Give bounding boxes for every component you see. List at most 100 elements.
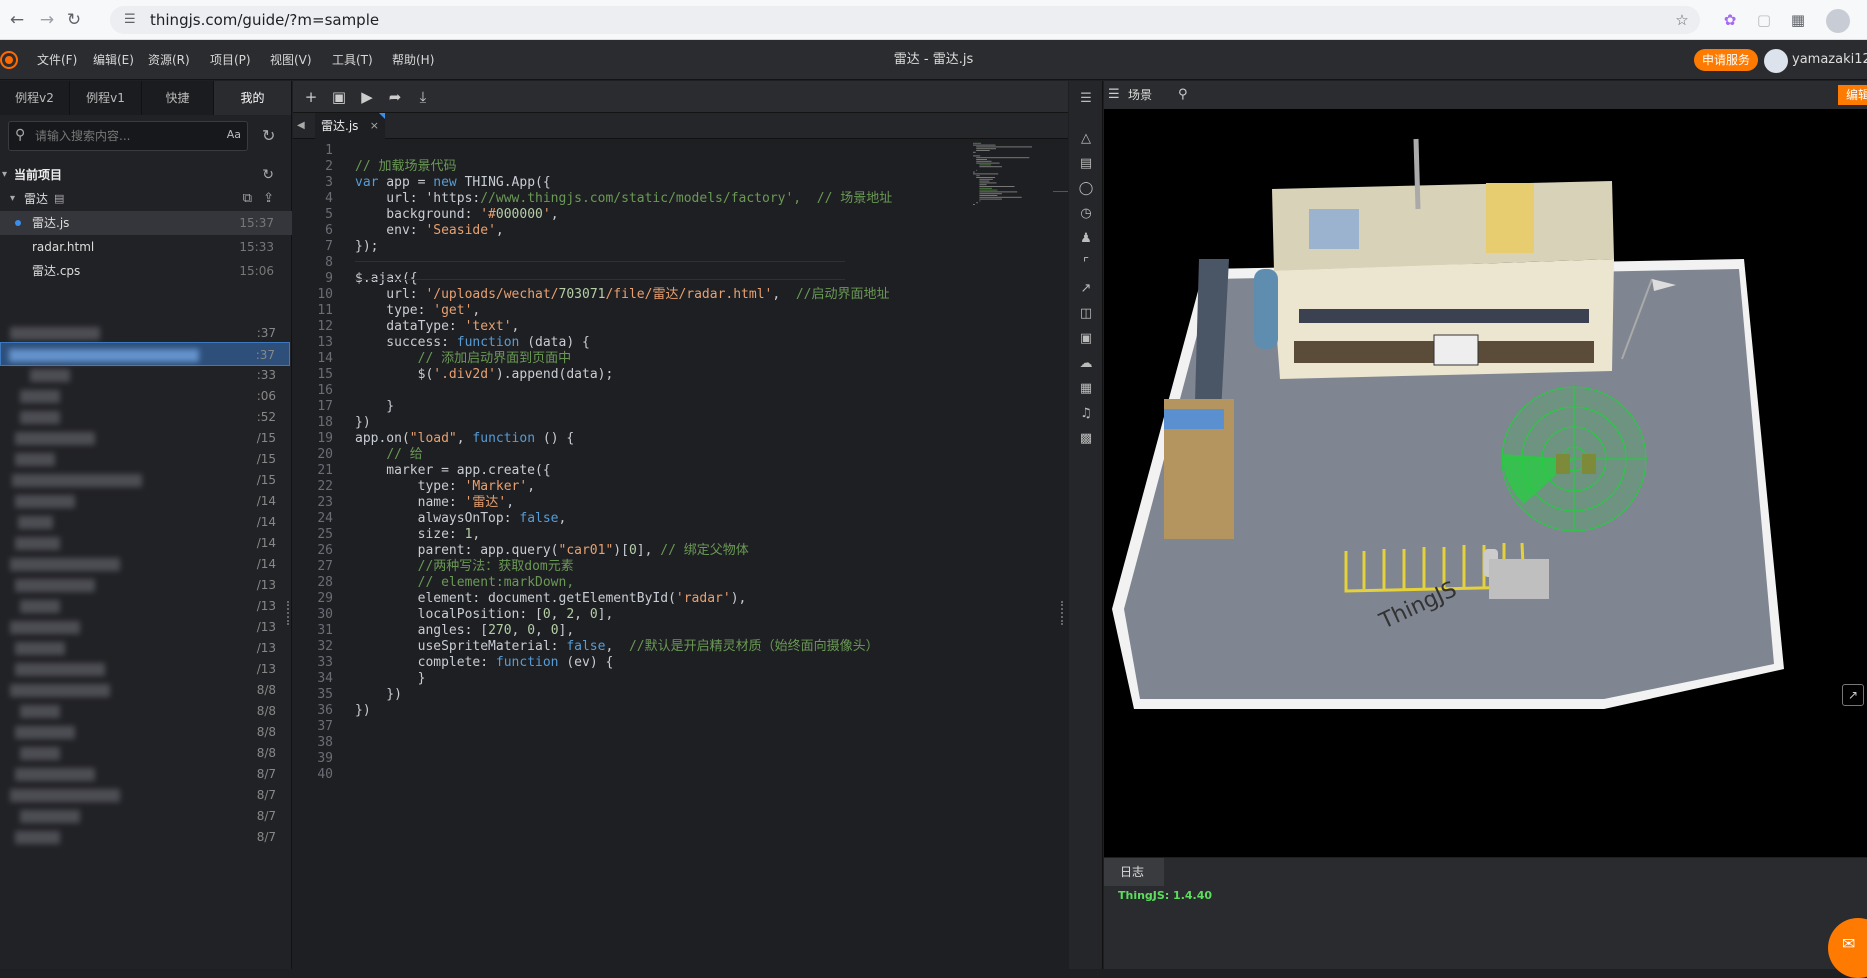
extension-icon[interactable]: ✿ bbox=[1719, 9, 1741, 31]
reload-icon[interactable]: ↻ bbox=[63, 9, 85, 31]
blurred-name bbox=[18, 516, 53, 529]
search-box: ⚲ Aa bbox=[8, 121, 248, 151]
tab-mine[interactable]: 我的 bbox=[214, 81, 292, 115]
edit-button[interactable]: 编辑 bbox=[1838, 85, 1867, 105]
file-time: 15:06 bbox=[239, 264, 274, 278]
blurred-name bbox=[20, 600, 60, 613]
extensions-puzzle-icon[interactable]: ▦ bbox=[1787, 9, 1809, 31]
unsaved-marker bbox=[379, 113, 385, 119]
roof-tank bbox=[1486, 183, 1534, 253]
menu-help[interactable]: 帮助(H) bbox=[392, 40, 434, 80]
image-icon[interactable]: ▣ bbox=[1074, 327, 1098, 351]
blurred-name bbox=[20, 705, 60, 718]
save-icon[interactable]: ▣ bbox=[327, 81, 351, 113]
tab-examples-v1[interactable]: 例程v1 bbox=[70, 81, 142, 115]
scene-header: ☰ 场景 ⚲ 编辑 bbox=[1104, 81, 1867, 109]
tab-scroll-left-icon[interactable]: ◀ bbox=[297, 113, 305, 139]
log-tab[interactable]: 日志 bbox=[1104, 858, 1164, 886]
address-bar[interactable]: ☰ thingjs.com/guide/?m=sample bbox=[110, 6, 1700, 34]
download-icon[interactable]: ⤓ bbox=[411, 81, 435, 113]
menu-edit[interactable]: 编辑(E) bbox=[93, 40, 134, 80]
people-icon[interactable]: ♟ bbox=[1074, 227, 1098, 251]
blurred-name bbox=[12, 474, 142, 487]
clock-icon[interactable]: ◷ bbox=[1074, 202, 1098, 226]
project-list-item[interactable]: 8/7 bbox=[0, 825, 290, 849]
scene-viewport[interactable]: ThingJS ↗ bbox=[1104, 109, 1867, 857]
site-info-icon[interactable]: ☰ bbox=[124, 12, 138, 27]
chart-icon[interactable]: ↗ bbox=[1074, 277, 1098, 301]
forward-icon[interactable]: → bbox=[36, 9, 58, 31]
globe-icon[interactable]: ◯ bbox=[1074, 177, 1098, 201]
crop-icon[interactable]: ⌜ bbox=[1074, 252, 1098, 276]
minimap-line bbox=[976, 159, 987, 160]
blurred-name bbox=[15, 432, 95, 445]
minimap-line bbox=[973, 204, 975, 205]
share-icon[interactable]: ➦ bbox=[383, 81, 407, 113]
grid-icon[interactable]: ▩ bbox=[1074, 427, 1098, 451]
match-case-icon[interactable]: Aa bbox=[227, 128, 241, 141]
tab-examples-v2[interactable]: 例程v2 bbox=[0, 81, 70, 115]
cloud-icon[interactable]: ☁ bbox=[1074, 352, 1098, 376]
factory-3d-scene: ThingJS bbox=[1112, 138, 1784, 709]
user-avatar[interactable] bbox=[1764, 49, 1788, 73]
file-item-active[interactable]: 雷达.js 15:37 bbox=[0, 211, 292, 235]
cube-icon[interactable]: △ bbox=[1074, 127, 1098, 151]
minimap-line bbox=[979, 191, 1018, 193]
resize-handle[interactable] bbox=[1061, 601, 1064, 625]
browser-toolbar: ← → ↻ ☰ thingjs.com/guide/?m=sample ☆ ✿ … bbox=[0, 0, 1867, 40]
blurred-name bbox=[10, 684, 110, 697]
project-name: 雷达 bbox=[24, 192, 49, 206]
blurred-name bbox=[10, 327, 100, 340]
book-icon[interactable]: ▤ bbox=[1074, 152, 1098, 176]
apply-service-button[interactable]: 申请服务 bbox=[1694, 49, 1758, 71]
list-icon[interactable]: ☰ bbox=[1074, 87, 1098, 111]
music-icon[interactable]: ♫ bbox=[1074, 402, 1098, 426]
url-text[interactable]: thingjs.com/guide/?m=sample bbox=[150, 6, 379, 34]
picture-icon[interactable]: ▦ bbox=[1074, 377, 1098, 401]
blurred-name bbox=[15, 726, 75, 739]
project-folder[interactable]: ▾ 雷达 ▤ ⧉ ⇪ bbox=[0, 187, 292, 211]
search-input[interactable] bbox=[35, 122, 215, 150]
building-windows-upper bbox=[1299, 309, 1589, 323]
minimap-line bbox=[973, 142, 982, 144]
username[interactable]: yamazaki120 bbox=[1792, 40, 1867, 80]
new-file-icon[interactable]: + bbox=[299, 81, 323, 113]
blurred-name bbox=[9, 349, 199, 362]
file-item[interactable]: 雷达.cps 15:06 bbox=[0, 259, 292, 283]
menu-file[interactable]: 文件(F) bbox=[37, 40, 77, 80]
menu-view[interactable]: 视图(V) bbox=[270, 40, 312, 80]
search-icon: ⚲ bbox=[15, 127, 26, 143]
current-project-header[interactable]: ▾ 当前项目 ↻ bbox=[0, 163, 292, 187]
menu-tools[interactable]: 工具(T) bbox=[332, 40, 373, 80]
extension-icon-2[interactable]: ▢ bbox=[1753, 9, 1775, 31]
code-minimap[interactable] bbox=[973, 141, 1053, 231]
blurred-name bbox=[30, 369, 70, 382]
resize-handle[interactable] bbox=[287, 601, 290, 625]
run-icon[interactable]: ▶ bbox=[355, 81, 379, 113]
sync-icon[interactable]: ↻ bbox=[262, 163, 274, 187]
popout-icon[interactable]: ↗ bbox=[1842, 684, 1864, 706]
minimap-line bbox=[979, 184, 987, 186]
menu-project[interactable]: 项目(P) bbox=[210, 40, 251, 80]
minimap-line bbox=[976, 169, 978, 171]
tab-scene[interactable]: 场景 bbox=[1108, 81, 1152, 109]
hierarchy-icon[interactable]: ⚲ bbox=[1178, 81, 1188, 109]
tab-shortcuts[interactable]: 快捷 bbox=[142, 81, 214, 115]
editor-tab-active[interactable]: 雷达.js × bbox=[315, 113, 385, 139]
export-icon[interactable]: ⇪ bbox=[263, 187, 274, 211]
minimap-line bbox=[976, 148, 996, 150]
file-item[interactable]: radar.html 15:33 bbox=[0, 235, 292, 259]
layout-icon[interactable]: ◫ bbox=[1074, 302, 1098, 326]
minimap-line bbox=[979, 180, 990, 182]
bookmark-star-icon[interactable]: ☆ bbox=[1671, 9, 1693, 31]
close-icon[interactable]: × bbox=[370, 113, 379, 139]
menu-resource[interactable]: 资源(R) bbox=[148, 40, 190, 80]
refresh-icon[interactable]: ↻ bbox=[262, 126, 275, 145]
profile-avatar-icon[interactable] bbox=[1826, 9, 1850, 33]
file-name: 雷达.cps bbox=[32, 264, 81, 278]
back-icon[interactable]: ← bbox=[6, 9, 28, 31]
minimap-line bbox=[973, 155, 981, 157]
minimap-line bbox=[979, 182, 997, 184]
code-line: }); bbox=[355, 239, 379, 254]
new-file-icon[interactable]: ⧉ bbox=[243, 187, 252, 211]
